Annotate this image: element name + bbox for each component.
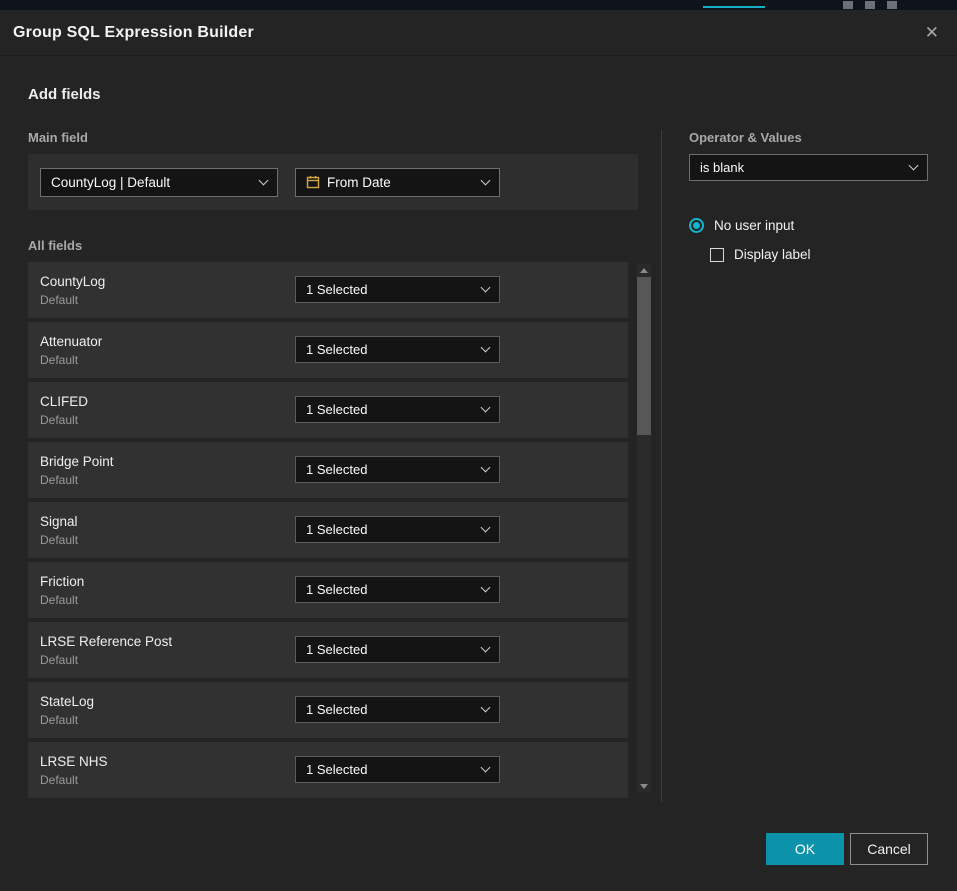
dialog-header: Group SQL Expression Builder ✕	[0, 10, 957, 56]
field-subtitle: Default	[40, 713, 94, 727]
radio-selected-icon[interactable]	[689, 218, 704, 233]
field-row-clifed: CLIFED Default 1 Selected	[28, 382, 628, 438]
field-row-lrse-reference-post: LRSE Reference Post Default 1 Selected	[28, 622, 628, 678]
scroll-up-icon[interactable]	[637, 264, 651, 276]
main-field-select[interactable]: From Date	[295, 168, 500, 197]
cancel-button[interactable]: Cancel	[850, 833, 928, 865]
chevron-down-icon	[481, 643, 491, 653]
field-row-attenuator: Attenuator Default 1 Selected	[28, 322, 628, 378]
field-row-friction: Friction Default 1 Selected	[28, 562, 628, 618]
fields-column: Main field CountyLog | Default	[28, 130, 661, 802]
operator-values-column: Operator & Values is blank No user input…	[662, 130, 957, 802]
field-selected-dropdown[interactable]: 1 Selected	[295, 576, 500, 603]
background-app-strip	[0, 0, 957, 10]
field-name: Bridge Point	[40, 454, 114, 469]
layer-select-value: CountyLog | Default	[51, 175, 170, 190]
dialog-title: Group SQL Expression Builder	[13, 24, 254, 42]
chevron-down-icon	[259, 175, 269, 185]
field-name: LRSE NHS	[40, 754, 108, 769]
field-selected-dropdown[interactable]: 1 Selected	[295, 696, 500, 723]
chevron-down-icon	[481, 763, 491, 773]
field-name: CLIFED	[40, 394, 88, 409]
scrollbar[interactable]	[637, 264, 651, 792]
close-icon[interactable]: ✕	[921, 20, 943, 45]
display-label-checkbox-row[interactable]: Display label	[710, 247, 928, 262]
calendar-icon	[306, 175, 320, 189]
chevron-down-icon	[481, 175, 491, 185]
field-selected-dropdown[interactable]: 1 Selected	[295, 456, 500, 483]
ok-button[interactable]: OK	[766, 833, 844, 865]
layer-select[interactable]: CountyLog | Default	[40, 168, 278, 197]
chevron-down-icon	[481, 403, 491, 413]
field-row-lrse-nhs: LRSE NHS Default 1 Selected	[28, 742, 628, 798]
operator-values-label: Operator & Values	[689, 130, 928, 145]
field-subtitle: Default	[40, 353, 102, 367]
field-subtitle: Default	[40, 653, 172, 667]
main-field-bar: CountyLog | Default From Date	[28, 154, 638, 210]
field-subtitle: Default	[40, 773, 108, 787]
dialog-footer: OK Cancel	[766, 833, 928, 865]
main-field-select-value: From Date	[327, 175, 391, 190]
checkbox-unchecked-icon[interactable]	[710, 248, 724, 262]
chevron-down-icon	[481, 523, 491, 533]
field-selected-dropdown[interactable]: 1 Selected	[295, 636, 500, 663]
chevron-down-icon	[481, 463, 491, 473]
scroll-down-icon[interactable]	[637, 780, 651, 792]
scrollbar-thumb[interactable]	[637, 277, 651, 435]
operator-select[interactable]: is blank	[689, 154, 928, 181]
chevron-down-icon	[481, 343, 491, 353]
field-subtitle: Default	[40, 413, 88, 427]
no-user-input-radio-row[interactable]: No user input	[689, 218, 928, 233]
field-selected-dropdown[interactable]: 1 Selected	[295, 336, 500, 363]
background-toolbar-icons	[843, 1, 909, 9]
field-subtitle: Default	[40, 293, 105, 307]
field-subtitle: Default	[40, 533, 78, 547]
background-link-underline	[703, 0, 765, 8]
chevron-down-icon	[481, 703, 491, 713]
add-fields-heading: Add fields	[28, 86, 957, 103]
dialog-content: Add fields Main field CountyLog | Defaul…	[0, 86, 957, 802]
field-selected-dropdown[interactable]: 1 Selected	[295, 396, 500, 423]
field-row-signal: Signal Default 1 Selected	[28, 502, 628, 558]
chevron-down-icon	[909, 161, 919, 171]
field-selected-dropdown[interactable]: 1 Selected	[295, 516, 500, 543]
field-row-countylog: CountyLog Default 1 Selected	[28, 262, 628, 318]
display-label-text: Display label	[734, 247, 811, 262]
field-row-bridge-point: Bridge Point Default 1 Selected	[28, 442, 628, 498]
columns: Main field CountyLog | Default	[28, 130, 957, 802]
field-name: Attenuator	[40, 334, 102, 349]
field-row-statelog: StateLog Default 1 Selected	[28, 682, 628, 738]
main-field-label: Main field	[28, 130, 661, 145]
no-user-input-label: No user input	[714, 218, 794, 233]
field-name: CountyLog	[40, 274, 105, 289]
field-name: LRSE Reference Post	[40, 634, 172, 649]
field-name: Friction	[40, 574, 84, 589]
field-selected-dropdown[interactable]: 1 Selected	[295, 756, 500, 783]
field-selected-dropdown[interactable]: 1 Selected	[295, 276, 500, 303]
chevron-down-icon	[481, 583, 491, 593]
operator-select-value: is blank	[700, 160, 744, 175]
field-name: StateLog	[40, 694, 94, 709]
field-subtitle: Default	[40, 593, 84, 607]
all-fields-label: All fields	[28, 238, 661, 253]
group-sql-expression-builder-dialog: Group SQL Expression Builder ✕ Add field…	[0, 10, 957, 891]
chevron-down-icon	[481, 283, 491, 293]
field-subtitle: Default	[40, 473, 114, 487]
field-name: Signal	[40, 514, 78, 529]
all-fields-list: CountyLog Default 1 Selected Attenuator …	[28, 262, 661, 798]
